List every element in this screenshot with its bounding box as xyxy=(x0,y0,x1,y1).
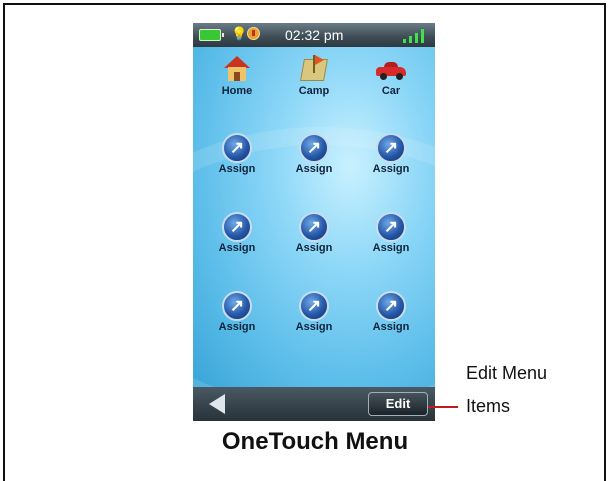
assign-icon xyxy=(222,212,252,242)
menu-item-label: Assign xyxy=(295,321,333,333)
menu-item-assign[interactable]: Assign xyxy=(202,127,272,187)
menu-item-label: Assign xyxy=(372,242,410,254)
assign-icon xyxy=(222,291,252,321)
menu-item-label: Assign xyxy=(372,321,410,333)
menu-item-home[interactable]: Home xyxy=(202,49,272,109)
menu-item-label: Camp xyxy=(298,85,330,97)
assign-icon xyxy=(376,133,406,163)
callout-label: Edit Menu Items xyxy=(466,357,596,423)
compass-icon xyxy=(247,27,260,40)
status-bar: 💡 02:32 pm xyxy=(193,23,435,47)
house-icon xyxy=(222,55,252,85)
edit-button[interactable]: Edit xyxy=(368,392,428,416)
menu-item-label: Assign xyxy=(218,163,256,175)
menu-item-assign[interactable]: Assign xyxy=(356,127,426,187)
back-arrow-icon[interactable] xyxy=(209,394,225,414)
callout-line-1: Edit Menu xyxy=(466,363,548,383)
callout-line-2: Items xyxy=(466,396,511,416)
menu-item-assign[interactable]: Assign xyxy=(279,206,349,266)
clock-time: 02:32 pm xyxy=(285,27,344,43)
bulb-icon: 💡 xyxy=(231,26,248,41)
assign-icon xyxy=(376,212,406,242)
assign-icon xyxy=(376,291,406,321)
battery-icon xyxy=(199,29,224,41)
bottom-toolbar: Edit xyxy=(193,387,435,421)
menu-item-camp[interactable]: Camp xyxy=(279,49,349,109)
callout-pointer-line xyxy=(428,406,458,408)
device-screen: 💡 02:32 pm Home Camp Car ↗ Assign ↗ Assi… xyxy=(193,23,435,421)
menu-item-assign[interactable]: Assign xyxy=(279,285,349,345)
menu-item-label: Assign xyxy=(295,242,333,254)
camp-map-icon xyxy=(299,55,329,85)
car-icon xyxy=(376,55,406,85)
menu-item-label: Assign xyxy=(295,163,333,175)
figure-caption: OneTouch Menu xyxy=(221,428,409,455)
menu-item-assign[interactable]: Assign xyxy=(202,206,272,266)
menu-item-assign[interactable]: Assign xyxy=(356,206,426,266)
assign-icon xyxy=(299,133,329,163)
onetouch-menu-grid: Home Camp Car Assign Assign Assign xyxy=(193,47,435,387)
menu-item-assign[interactable]: Assign xyxy=(356,285,426,345)
menu-item-car[interactable]: Car xyxy=(356,49,426,109)
menu-item-assign[interactable]: Assign xyxy=(279,127,349,187)
menu-item-label: Assign xyxy=(218,242,256,254)
assign-icon xyxy=(222,133,252,163)
menu-item-label: Home xyxy=(221,85,253,97)
menu-item-label: Assign xyxy=(372,163,410,175)
menu-item-assign[interactable]: Assign xyxy=(202,285,272,345)
menu-item-label: Assign xyxy=(218,321,256,333)
assign-icon xyxy=(299,291,329,321)
menu-item-label: Car xyxy=(381,85,401,97)
signal-icon xyxy=(403,27,429,43)
assign-icon xyxy=(299,212,329,242)
